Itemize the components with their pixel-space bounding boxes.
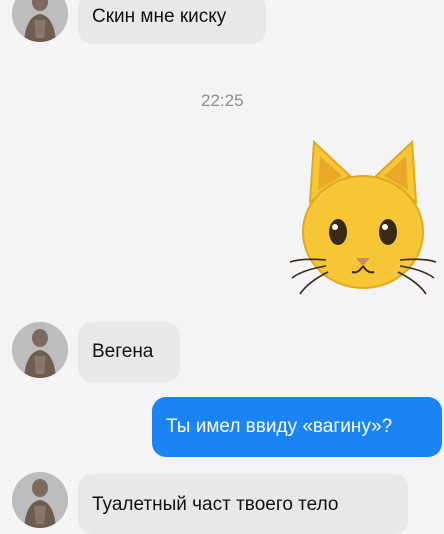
message-text: Скин мне киску bbox=[92, 6, 227, 27]
message-bubble-incoming: Вегена bbox=[78, 322, 180, 382]
cat-face-sticker[interactable] bbox=[288, 132, 438, 307]
message-bubble-outgoing: Ты имел ввиду «вагину»? bbox=[152, 397, 442, 457]
contact-avatar[interactable] bbox=[12, 0, 68, 42]
cat-face-icon bbox=[289, 139, 437, 295]
contact-avatar[interactable] bbox=[12, 322, 68, 378]
message-bubble-incoming: Скин мне киску bbox=[78, 0, 266, 44]
message-bubble-incoming: Туалетный част твоего тело bbox=[78, 474, 408, 534]
message-text: Вегена bbox=[92, 341, 154, 362]
message-text: Туалетный част твоего тело bbox=[92, 494, 339, 515]
message-text: Ты имел ввиду «вагину»? bbox=[166, 416, 393, 437]
message-timestamp: 22:25 bbox=[201, 91, 244, 110]
